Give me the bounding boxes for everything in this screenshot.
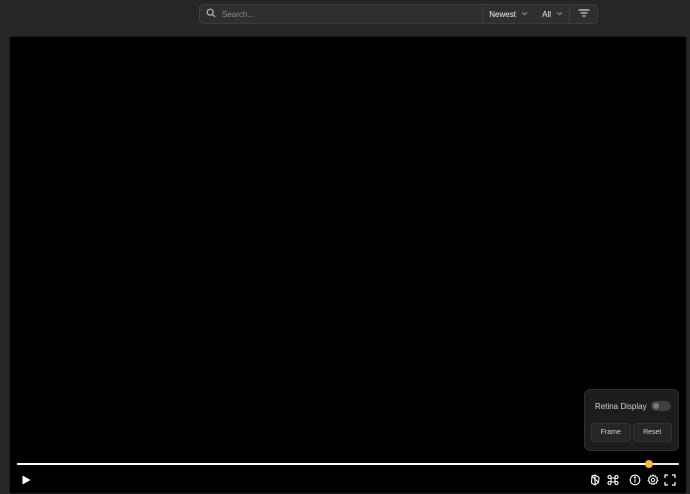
chevron-down-icon — [516, 10, 528, 19]
toolbar: Newest All — [199, 4, 598, 24]
progress-bar[interactable] — [17, 460, 679, 468]
filter-select-value: All — [542, 9, 552, 19]
settings-button[interactable] — [645, 474, 661, 490]
progress-fill — [17, 463, 650, 465]
video-player[interactable]: Retina Display Frame Reset — [9, 36, 687, 494]
frame-button[interactable]: Frame — [591, 423, 631, 442]
filter-icon — [577, 5, 590, 23]
orbit-button[interactable] — [587, 474, 603, 490]
retina-display-label: Retina Display — [595, 401, 647, 411]
info-button[interactable] — [627, 474, 643, 490]
popover-actions: Frame Reset — [591, 423, 672, 442]
filter-select[interactable]: All — [536, 5, 569, 23]
retina-display-toggle[interactable] — [651, 401, 671, 411]
search-icon — [206, 5, 216, 23]
orbit-icon — [589, 473, 601, 491]
render-settings-popover: Retina Display Frame Reset — [584, 389, 679, 451]
command-button[interactable] — [605, 474, 621, 490]
play-button[interactable] — [18, 474, 34, 490]
search-box[interactable] — [200, 5, 482, 23]
toggle-knob — [653, 403, 659, 409]
fullscreen-icon — [664, 473, 676, 491]
command-icon — [607, 473, 619, 491]
fullscreen-button[interactable] — [662, 474, 678, 490]
play-icon — [20, 473, 32, 491]
search-input[interactable] — [220, 6, 470, 22]
chevron-down-icon — [551, 10, 563, 19]
sort-select[interactable]: Newest — [483, 5, 536, 23]
reset-button[interactable]: Reset — [632, 423, 672, 442]
player-controls — [10, 471, 686, 493]
info-icon — [629, 473, 641, 491]
sort-select-value: Newest — [489, 9, 516, 19]
filter-button[interactable] — [570, 5, 597, 23]
gear-icon — [647, 473, 659, 491]
retina-display-row: Retina Display — [591, 397, 672, 415]
progress-thumb[interactable] — [645, 460, 654, 468]
